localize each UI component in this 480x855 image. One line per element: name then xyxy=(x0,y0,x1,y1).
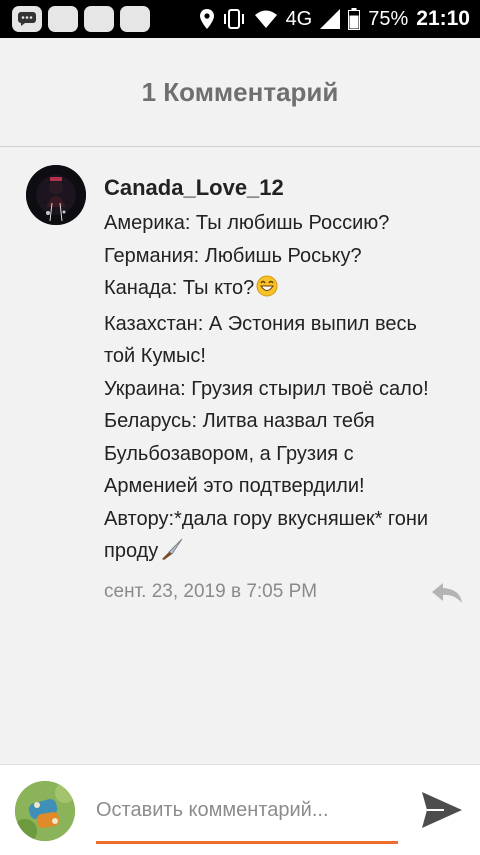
comment-input-bar xyxy=(0,764,480,855)
comments-header: 1 Комментарий xyxy=(0,38,480,147)
comment-line: проду xyxy=(104,535,474,571)
knife-emoji xyxy=(160,538,184,571)
comment-line: Автору:*дала гору вкусняшек* гони xyxy=(104,507,429,530)
comment-line: Германия: Любишь Роську? xyxy=(104,244,362,267)
app-icon xyxy=(48,6,78,32)
battery-icon xyxy=(348,8,361,30)
comment-username[interactable]: Canada_Love_12 xyxy=(104,175,474,201)
comment-input-wrapper xyxy=(96,785,398,844)
status-bar: 4G 75% 21:10 xyxy=(0,0,480,38)
app-icon xyxy=(84,6,114,32)
comment-timestamp: сент. 23, 2019 в 7:05 PM xyxy=(104,580,318,602)
grinning-face-emoji xyxy=(256,275,278,308)
battery-percent: 75% xyxy=(368,7,409,30)
comment-line: Казахстан: А Эстония выпил весь xyxy=(104,312,417,335)
comment-line: Бульбозавором, а Грузия с xyxy=(104,442,354,465)
comment-line: Украина: Грузия стырил твоё сало! xyxy=(104,377,429,400)
send-icon[interactable] xyxy=(420,790,464,830)
avatar[interactable] xyxy=(26,165,86,225)
message-app-icon xyxy=(12,6,42,32)
page-title: 1 Комментарий xyxy=(141,76,339,107)
location-icon xyxy=(199,9,214,29)
network-type: 4G xyxy=(285,7,313,30)
comment-line-text: Канада: Ты кто? xyxy=(104,277,255,299)
reply-icon[interactable] xyxy=(430,581,464,605)
comment-line: Америка: Ты любишь Россию? xyxy=(104,212,390,234)
avatar[interactable] xyxy=(15,781,75,841)
comment-input[interactable] xyxy=(96,785,398,835)
comment-line: Арменией это подтвердили! xyxy=(104,475,365,497)
signal-icon xyxy=(320,9,341,29)
comment-line: той Кумыс! xyxy=(104,345,206,367)
app-icon xyxy=(120,6,150,32)
clock: 21:10 xyxy=(416,7,470,30)
comment-body: Canada_Love_12 Америка: Ты любишь Россию… xyxy=(104,175,474,611)
vibrate-icon xyxy=(222,9,246,29)
comment-line: Канада: Ты кто? xyxy=(104,272,474,308)
wifi-icon xyxy=(254,9,278,29)
comment-text: Америка: Ты любишь Россию? Германия: Люб… xyxy=(104,207,474,571)
comment-line: Беларусь: Литва назвал тебя xyxy=(104,410,375,432)
comment-line-text: проду xyxy=(104,540,159,562)
comment-meta: сент. 23, 2019 в 7:05 PM xyxy=(104,581,474,611)
